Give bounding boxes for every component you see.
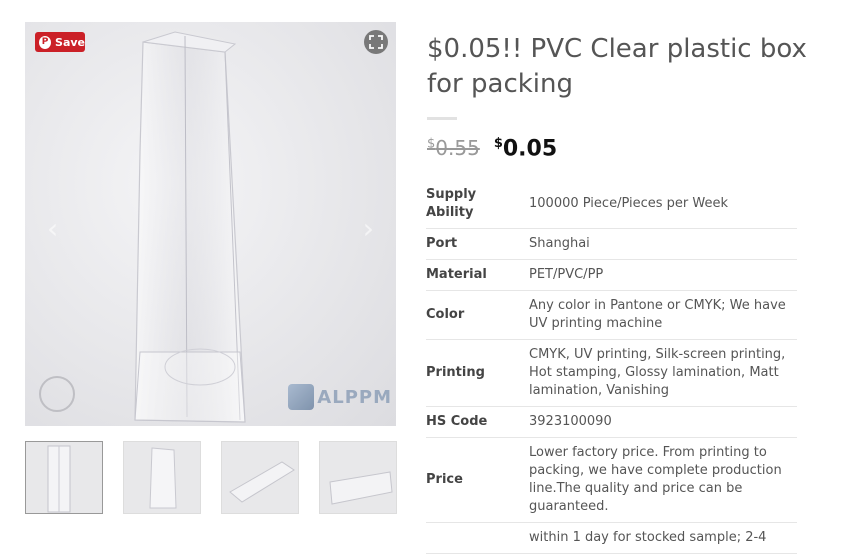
- original-price-amount: 0.55: [435, 136, 480, 161]
- watermark-text: ALPPM: [317, 386, 392, 408]
- spec-row: Price Lower factory price. From printing…: [426, 437, 797, 523]
- title-divider: [427, 117, 457, 120]
- next-image-arrow-icon[interactable]: ›: [363, 212, 374, 245]
- alppm-watermark: ALPPM: [288, 384, 392, 410]
- spec-value: 3923100090: [529, 406, 797, 438]
- original-price: $0.55: [427, 136, 480, 160]
- sale-price: $0.05: [494, 136, 557, 161]
- spec-label: Price: [426, 437, 529, 523]
- spec-row: HS Code 3923100090: [426, 406, 797, 438]
- spec-row: Printing CMYK, UV printing, Silk-screen …: [426, 339, 797, 407]
- spec-label: Port: [426, 228, 529, 260]
- price-block: $0.55 $0.05: [427, 136, 557, 161]
- currency-symbol: $: [493, 136, 503, 151]
- spec-value: Lower factory price. From printing to pa…: [529, 437, 797, 523]
- spec-label: Supply Ability: [426, 180, 529, 229]
- thumbnail-image: [149, 447, 177, 509]
- thumbnail-1[interactable]: [25, 441, 103, 514]
- spec-value: Shanghai: [529, 228, 797, 260]
- product-main-image[interactable]: P Save ‹ › ALPPM: [25, 22, 396, 426]
- spec-row: Color Any color in Pantone or CMYK; We h…: [426, 290, 797, 340]
- spec-row: Material PET/PVC/PP: [426, 259, 797, 291]
- spec-value: Any color in Pantone or CMYK; We have UV…: [529, 290, 797, 340]
- thumbnail-image: [229, 461, 295, 503]
- spec-row: Supply Ability 100000 Piece/Pieces per W…: [426, 180, 797, 229]
- spec-value: CMYK, UV printing, Silk-screen printing,…: [529, 339, 797, 407]
- spec-label: [426, 522, 529, 554]
- product-specs-table: Supply Ability 100000 Piece/Pieces per W…: [426, 180, 797, 554]
- fullscreen-icon[interactable]: [364, 30, 388, 54]
- spec-value: PET/PVC/PP: [529, 259, 797, 291]
- product-title: $0.05!! PVC Clear plastic box for packin…: [427, 34, 807, 99]
- zoom-icon[interactable]: [39, 376, 75, 412]
- spec-value: 100000 Piece/Pieces per Week: [529, 180, 797, 229]
- pinterest-icon: P: [39, 35, 52, 49]
- thumbnail-image: [47, 445, 71, 513]
- spec-label: Material: [426, 259, 529, 291]
- spec-label: Printing: [426, 339, 529, 407]
- spec-label: Color: [426, 290, 529, 340]
- clear-plastic-box-illustration: [134, 31, 246, 423]
- previous-image-arrow-icon[interactable]: ‹: [47, 212, 58, 245]
- spec-label: HS Code: [426, 406, 529, 438]
- thumbnail-strip: [25, 441, 397, 514]
- sale-price-amount: 0.05: [502, 136, 558, 162]
- thumbnail-3[interactable]: [221, 441, 299, 514]
- pinterest-save-label: Save: [55, 35, 85, 49]
- spec-value: within 1 day for stocked sample; 2-4: [529, 522, 797, 554]
- spec-row: within 1 day for stocked sample; 2-4: [426, 522, 797, 554]
- spec-row: Port Shanghai: [426, 228, 797, 260]
- thumbnail-image: [329, 471, 393, 505]
- alppm-logo-icon: [288, 384, 315, 410]
- thumbnail-2[interactable]: [123, 441, 201, 514]
- thumbnail-4[interactable]: [319, 441, 397, 514]
- pinterest-save-button[interactable]: P Save: [35, 32, 85, 52]
